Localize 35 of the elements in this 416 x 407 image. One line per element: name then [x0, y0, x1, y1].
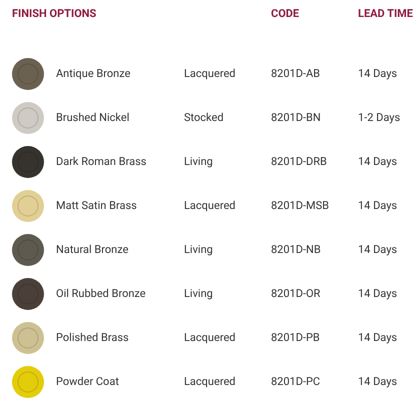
product-code: 8201D-PC [271, 374, 322, 390]
lead-time: 14 Days [358, 154, 398, 170]
lead-time: 1-2 Days [358, 110, 402, 126]
finish-name: Dark Roman Brass [56, 154, 146, 170]
lead-time: 14 Days [358, 198, 398, 214]
product-code: 8201D-OR [271, 286, 322, 302]
product-code: 8201D-AB [271, 66, 322, 82]
product-code: 8201D-PB [271, 330, 321, 346]
finish-type: Stocked [184, 110, 225, 126]
finish-type: Living [184, 242, 214, 258]
finish-type: Living [184, 286, 214, 302]
lead-time: 14 Days [358, 286, 398, 302]
finish-name: Antique Bronze [56, 66, 130, 82]
finish-type: Lacquered [184, 66, 236, 82]
finish-type: Lacquered [184, 330, 236, 346]
lead-time: 14 Days [358, 242, 398, 258]
finish-type: Lacquered [184, 198, 236, 214]
finish-name: Natural Bronze [56, 242, 128, 258]
lead-time: 14 Days [358, 66, 398, 82]
finish-name: Polished Brass [56, 330, 129, 346]
product-code: 8201D-BN [271, 110, 322, 126]
product-code: 8201D-NB [271, 242, 322, 258]
finish-name: Powder Coat [56, 374, 119, 390]
column-header: FINISH OPTIONS [12, 6, 98, 22]
column-header: LEAD TIME [358, 6, 414, 22]
lead-time: 14 Days [358, 374, 398, 390]
lead-time: 14 Days [358, 330, 398, 346]
finish-name: Oil Rubbed Bronze [56, 286, 146, 302]
product-code: 8201D-MSB [271, 198, 330, 214]
finish-type: Living [184, 154, 214, 170]
product-code: 8201D-DRB [271, 154, 328, 170]
finish-type: Lacquered [184, 374, 236, 390]
finish-name: Brushed Nickel [56, 110, 130, 126]
finish-name: Matt Satin Brass [56, 198, 137, 214]
column-header: CODE [271, 6, 300, 22]
